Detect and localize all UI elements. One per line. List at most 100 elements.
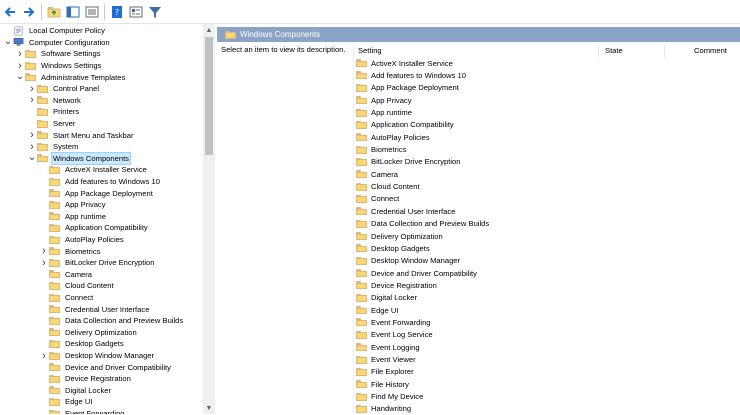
tree-item[interactable]: ActiveX Installer Service [39,164,148,176]
folder-icon-wrap [49,211,61,221]
list-item[interactable]: AutoPlay Policies [356,131,430,143]
column-divider[interactable] [664,45,665,57]
back-icon[interactable] [2,4,18,20]
tree-item-label: AutoPlay Policies [65,235,124,245]
filter-icon[interactable] [147,4,163,20]
tree-item[interactable]: ⌄ Administrative Templates [15,71,126,83]
tree-item[interactable]: › Start Menu and Taskbar [27,129,134,141]
list-item[interactable]: App Package Deployment [356,82,459,94]
list-item[interactable]: Event Logging [356,341,420,353]
tree-item[interactable]: App Privacy [39,199,107,211]
tree-item[interactable]: AutoPlay Policies [39,234,125,246]
tree-item[interactable]: Edge UI [39,396,93,408]
collapse-chevron-icon[interactable]: ⌄ [3,37,13,48]
tree-item[interactable]: › BitLocker Drive Encryption [39,257,155,269]
tree-item[interactable]: Credential User Interface [39,303,150,315]
expand-chevron-icon[interactable]: › [39,350,49,362]
list-item[interactable]: App Privacy [356,94,412,106]
tree-item[interactable]: Camera [39,269,93,281]
list-item[interactable]: Add features to Windows 10 [356,69,466,81]
tree-item[interactable]: Server [27,118,76,130]
tree-item[interactable]: App runtime [39,211,107,223]
list-item[interactable]: Camera [356,168,398,180]
list-item[interactable]: Digital Locker [356,292,417,304]
export-list-icon[interactable] [84,4,100,20]
up-folder-icon[interactable] [46,4,62,20]
column-header-state[interactable]: State [605,46,623,55]
column-header-setting[interactable]: Setting [358,46,382,55]
list-item[interactable]: Cloud Content [356,181,420,193]
expand-chevron-icon[interactable]: › [27,83,37,95]
show-hide-tree-icon[interactable] [65,4,81,20]
tree-item[interactable]: › Network [27,94,82,106]
expand-chevron-icon[interactable]: › [15,60,25,72]
scrollbar-thumb[interactable] [205,37,213,155]
tree-item[interactable]: Delivery Optimization [39,327,138,339]
tree-item[interactable]: Cloud Content [39,280,115,292]
folder-icon [49,374,60,383]
tree-item[interactable]: Data Collection and Preview Builds [39,315,184,327]
tree-item[interactable]: › Control Panel [27,83,100,95]
tree-item[interactable]: Device and Driver Compatibility [39,361,172,373]
expand-chevron-icon[interactable]: › [27,129,37,141]
tree-item[interactable]: Application Compatibility [39,222,149,234]
expand-chevron-icon[interactable]: › [15,48,25,60]
scroll-up-icon[interactable]: ▲ [203,24,215,36]
tree-item[interactable]: Printers [27,106,80,118]
list-item[interactable]: Device Registration [356,279,437,291]
list-item[interactable]: Data Collection and Preview Builds [356,218,489,230]
column-divider[interactable] [598,45,599,57]
tree-item[interactable]: App Package Deployment [39,187,154,199]
tree-scrollbar[interactable]: ▲ ▼ [203,24,215,414]
expand-chevron-icon[interactable]: › [27,94,37,106]
tree-item[interactable]: Digital Locker [39,385,112,397]
folder-icon-wrap [356,58,368,68]
list-item[interactable]: Event Log Service [356,329,433,341]
tree-item[interactable]: Add features to Windows 10 [39,176,161,188]
tree-item[interactable]: ⌄ Windows Components [27,151,131,165]
list-item[interactable]: File History [356,378,409,390]
scroll-down-icon[interactable]: ▼ [203,402,215,414]
list-item[interactable]: App runtime [356,106,412,118]
folder-icon-wrap [356,404,368,414]
list-item[interactable]: Edge UI [356,304,398,316]
collapse-chevron-icon[interactable]: ⌄ [15,72,25,83]
tree-item[interactable]: › Windows Settings [15,60,102,72]
list-item[interactable]: File Explorer [356,366,414,378]
list-item[interactable]: Find My Device [356,390,423,402]
list-item[interactable]: Delivery Optimization [356,230,443,242]
tree-item[interactable]: › Biometrics [39,245,101,257]
expand-chevron-icon[interactable]: › [27,141,37,153]
help-icon[interactable]: ? [109,4,125,20]
list-item[interactable]: Credential User Interface [356,205,455,217]
list-item[interactable]: Connect [356,193,399,205]
list-item[interactable]: Desktop Gadgets [356,242,430,254]
tree-item[interactable]: Device Registration [39,373,132,385]
tree-item[interactable]: Desktop Gadgets [39,338,125,350]
expand-chevron-icon[interactable]: › [39,245,49,257]
column-header-comment[interactable]: Comment [694,46,727,55]
folder-icon-wrap [49,327,61,337]
list-item[interactable]: Desktop Window Manager [356,255,460,267]
list-item[interactable]: ActiveX Installer Service [356,57,453,69]
tree-item[interactable]: ⌄ Computer Configuration [3,37,111,49]
expand-chevron-icon[interactable]: › [39,257,49,269]
list-item[interactable]: Event Forwarding [356,316,431,328]
tree-item[interactable]: Connect [39,292,94,304]
collapse-chevron-icon[interactable]: ⌄ [27,153,37,164]
tree-item[interactable]: › System [27,141,79,153]
tree-item[interactable]: Local Computer Policy [3,25,106,37]
list-item[interactable]: Event Viewer [356,353,416,365]
list-item[interactable]: Biometrics [356,143,406,155]
tree-item[interactable]: › Software Settings [15,48,102,60]
properties-icon[interactable] [128,4,144,20]
forward-icon[interactable] [21,4,37,20]
list-item[interactable]: Device and Driver Compatibility [356,267,477,279]
list-item[interactable]: Application Compatibility [356,119,454,131]
folder-icon [37,119,48,128]
tree-item[interactable]: › Desktop Window Manager [39,350,155,362]
list-item[interactable]: Handwriting [356,403,411,415]
tree-item[interactable]: Event Forwarding [39,408,126,414]
list-item[interactable]: BitLocker Drive Encryption [356,156,460,168]
